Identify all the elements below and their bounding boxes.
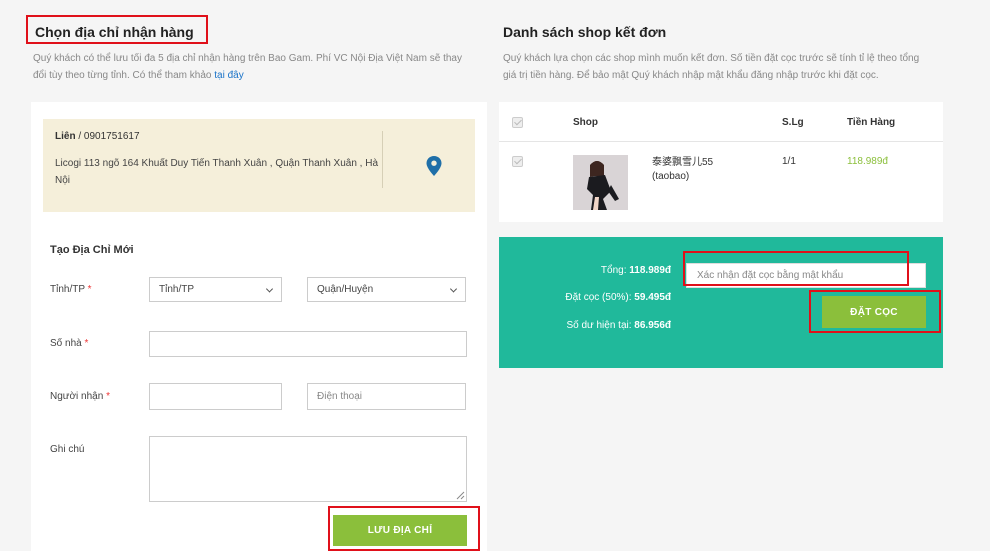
required-mark: * [84,338,89,349]
column-header-quantity: S.Lg [782,117,804,128]
chevron-down-icon [449,284,458,293]
summary-balance-label: Số dư hiện tại: [566,320,632,331]
address-card-divider [382,131,383,188]
address-section-description: Quý khách có thể lưu tối đa 5 địa chỉ nh… [33,50,478,84]
highlight-box-password [683,251,909,286]
highlight-box-save-button [328,506,480,551]
shop-quantity: 1/1 [782,156,796,167]
house-number-input[interactable] [149,331,467,357]
phone-input[interactable]: Điện thoại [307,383,466,410]
chevron-down-icon [265,284,274,293]
phone-input-placeholder: Điện thoại [317,391,363,402]
shop-section-title: Danh sách shop kết đơn [503,24,667,40]
receiver-label: Người nhận * [50,391,110,402]
summary-deposit: Đặt cọc (50%): 59.495đ [499,292,671,303]
map-pin-icon[interactable] [426,156,442,181]
address-description-text: Quý khách có thể lưu tối đa 5 địa chỉ nh… [33,53,462,81]
summary-total: Tổng: 118.989đ [499,265,671,276]
summary-deposit-value: 59.495đ [634,292,671,303]
saved-address-phone: 0901751617 [83,131,140,142]
shop-name[interactable]: 泰婆飘雪儿55 [652,156,713,170]
province-select[interactable]: Tỉnh/TP [149,277,282,302]
saved-address-name: Liên [55,131,76,142]
house-number-label: Số nhà * [50,338,88,349]
summary-balance-value: 86.956đ [634,320,671,331]
shop-section-description: Quý khách lựa chọn các shop mình muốn kế… [503,53,920,81]
saved-address-text: Licogi 113 ngõ 164 Khuất Duy Tiến Thanh … [55,158,379,186]
province-label: Tỉnh/TP * [50,284,92,295]
receiver-label-text: Người nhận [50,391,104,402]
province-label-text: Tỉnh/TP [50,284,85,295]
summary-total-label: Tổng: [600,265,627,276]
address-description-link[interactable]: tại đây [214,70,243,81]
house-number-label-text: Số nhà [50,338,82,349]
shop-amount: 118.989đ [847,156,888,167]
column-header-shop: Shop [573,117,598,128]
summary-total-value: 118.989đ [629,265,671,276]
saved-address-contact: Liên / 0901751617 [55,131,140,142]
note-label: Ghi chú [50,444,85,455]
receiver-input[interactable] [149,383,282,410]
table-divider [499,141,943,142]
summary-balance: Số dư hiện tại: 86.956đ [499,320,671,331]
saved-address-separator: / [75,131,84,142]
note-textarea[interactable] [149,436,467,502]
district-select-value: Quận/Huyện [317,284,374,295]
summary-deposit-label: Đặt cọc (50%): [565,292,632,303]
province-select-value: Tỉnh/TP [159,284,195,295]
required-mark: * [106,391,110,402]
highlight-box-deposit-button [809,290,941,333]
shop-name-block: 泰婆飘雪儿55 (taobao) [652,156,713,184]
resize-handle-icon[interactable] [456,491,465,500]
district-select[interactable]: Quận/Huyện [307,277,466,302]
select-all-checkbox[interactable] [512,117,523,128]
highlight-box-address-title [26,15,208,44]
column-header-amount: Tiền Hàng [847,117,896,128]
shop-platform: (taobao) [652,171,690,182]
product-thumbnail[interactable] [573,155,628,210]
required-mark: * [87,284,92,295]
new-address-title: Tạo Địa Chỉ Mới [50,244,134,256]
shop-row-checkbox[interactable] [512,156,523,167]
